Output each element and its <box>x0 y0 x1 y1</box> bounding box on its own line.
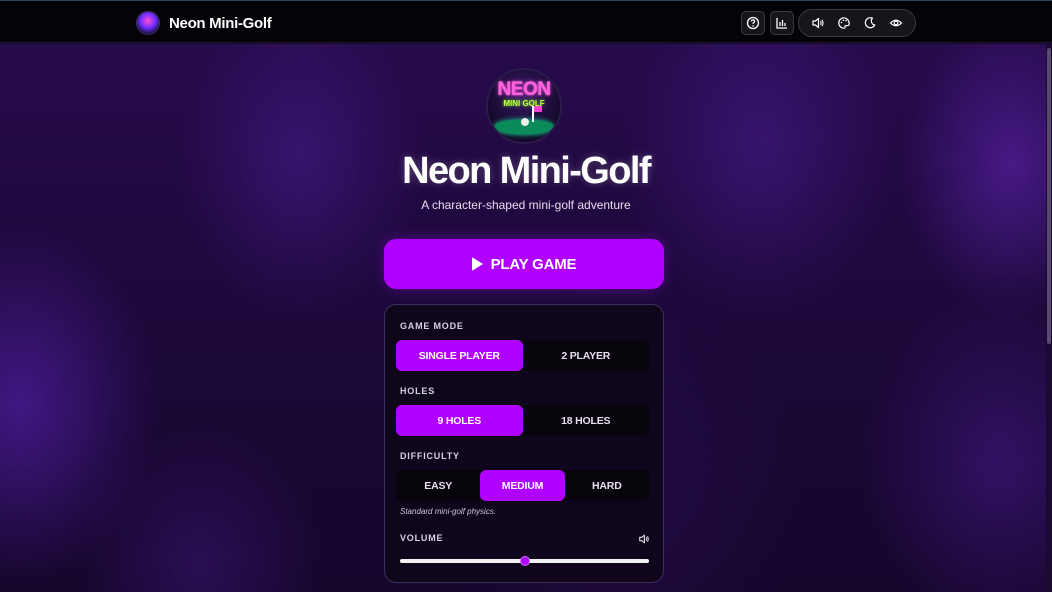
page-title: Neon Mini-Golf <box>402 150 651 192</box>
theme-color-button[interactable] <box>834 13 854 33</box>
holes-18[interactable]: 18 HOLES <box>523 405 650 436</box>
scrollbar-thumb[interactable] <box>1047 48 1051 344</box>
play-game-label: PLAY GAME <box>490 255 577 273</box>
logo-word-mini-golf: MINI GOLF <box>503 99 545 108</box>
dark-mode-toggle[interactable] <box>860 13 880 33</box>
game-logo: NEON MINI GOLF <box>486 68 562 144</box>
difficulty-easy[interactable]: EASY <box>396 470 480 501</box>
volume-slider[interactable] <box>400 556 649 566</box>
difficulty-hard[interactable]: HARD <box>565 470 649 501</box>
holes-9[interactable]: 9 HOLES <box>396 405 523 436</box>
play-game-button[interactable]: PLAY GAME <box>384 239 664 289</box>
volume-label: VOLUME <box>400 533 444 543</box>
top-navigation-bar: Neon Mini-Golf <box>0 0 1052 43</box>
palette-icon <box>838 17 850 29</box>
holes-selector: 9 HOLES 18 HOLES <box>396 405 649 436</box>
volume-slider-thumb[interactable] <box>519 556 530 566</box>
moon-icon <box>864 17 876 29</box>
brand-logo <box>136 11 160 35</box>
game-settings-panel: GAME MODE SINGLE PLAYER 2 PLAYER HOLES 9… <box>384 304 664 583</box>
help-icon <box>746 16 760 30</box>
logo-flag <box>532 106 542 122</box>
sound-toggle[interactable] <box>808 13 828 33</box>
eye-icon <box>889 19 903 27</box>
page-subtitle: A character-shaped mini-golf adventure <box>421 198 631 212</box>
difficulty-label: DIFFICULTY <box>400 451 460 461</box>
difficulty-hint: Standard mini-golf physics. <box>400 507 497 516</box>
settings-toolbar <box>798 9 916 37</box>
speaker-icon <box>639 534 649 544</box>
logo-word-neon: NEON <box>497 79 551 100</box>
difficulty-selector: EASY MEDIUM HARD <box>396 470 649 501</box>
game-mode-single-player[interactable]: SINGLE PLAYER <box>396 340 523 371</box>
visibility-toggle[interactable] <box>886 13 906 33</box>
stats-button[interactable] <box>770 11 794 35</box>
game-mode-selector: SINGLE PLAYER 2 PLAYER <box>396 340 649 371</box>
help-button[interactable] <box>741 11 765 35</box>
app-name: Neon Mini-Golf <box>169 14 272 32</box>
brand[interactable]: Neon Mini-Golf <box>136 10 272 36</box>
game-mode-label: GAME MODE <box>400 321 464 331</box>
game-mode-2-player[interactable]: 2 PLAYER <box>523 340 650 371</box>
sound-icon <box>812 17 824 29</box>
stats-icon <box>776 18 787 29</box>
difficulty-medium[interactable]: MEDIUM <box>480 470 565 501</box>
play-icon <box>471 257 483 271</box>
logo-golf-ball <box>521 118 529 126</box>
page-scrollbar[interactable] <box>1046 44 1052 592</box>
holes-label: HOLES <box>400 386 436 396</box>
